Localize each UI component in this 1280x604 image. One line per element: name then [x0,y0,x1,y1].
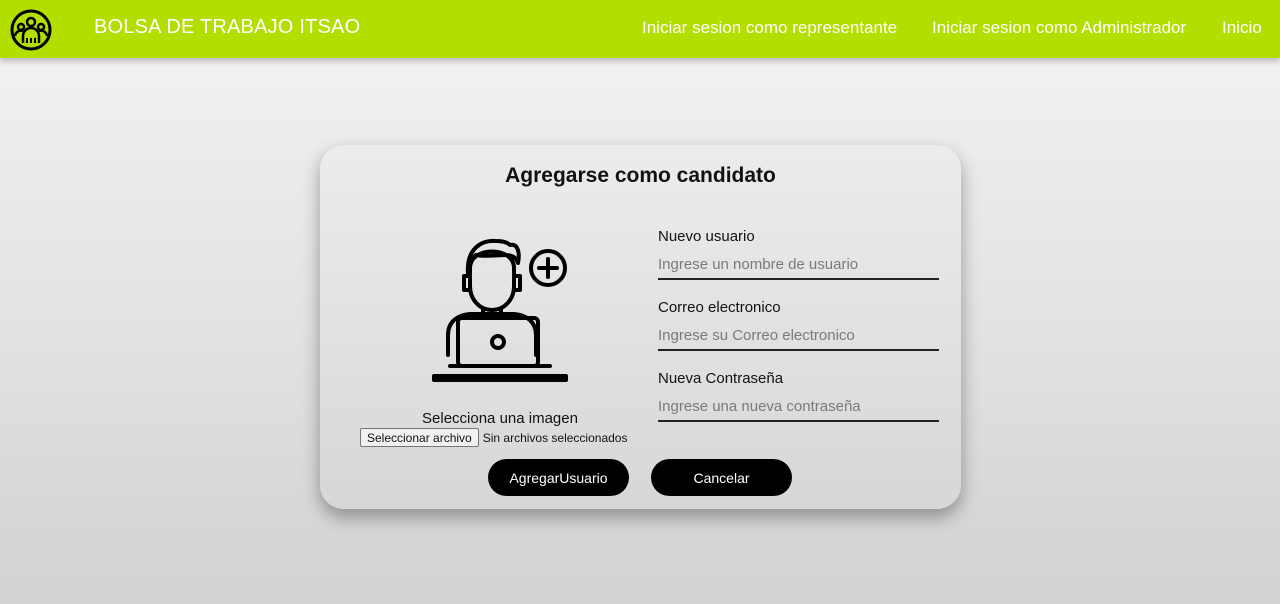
people-group-icon[interactable] [10,9,52,51]
nav-home[interactable]: Inicio [1222,18,1262,38]
site-title: BOLSA DE TRABAJO ITSAO [94,16,361,38]
file-input: Seleccionar archivo Sin archivos selecci… [360,428,627,447]
form-title: Agregarse como candidato [505,164,776,187]
image-label: Selecciona una imagen [422,410,578,427]
add-candidate-card: Agregarse como candidato Selecciona una … [320,145,961,509]
email-input[interactable] [658,327,939,351]
username-field-group: Nuevo usuario [658,228,939,280]
choose-file-button[interactable]: Seleccionar archivo [360,428,479,447]
password-input[interactable] [658,398,939,422]
username-label: Nuevo usuario [658,228,755,245]
file-status: Sin archivos seleccionados [482,430,628,445]
add-user-button[interactable]: AgregarUsuario [488,459,629,496]
nav-login-admin[interactable]: Iniciar sesion como Administrador [932,18,1186,38]
cancel-button[interactable]: Cancelar [651,459,792,496]
navbar: BOLSA DE TRABAJO ITSAO Iniciar sesion co… [0,0,1280,58]
nav-login-representative[interactable]: Iniciar sesion como representante [642,18,897,38]
username-input[interactable] [658,256,939,280]
email-field-group: Correo electronico [658,299,939,351]
password-label: Nueva Contraseña [658,370,784,387]
user-laptop-add-icon [432,238,568,382]
email-label: Correo electronico [658,299,781,316]
password-field-group: Nueva Contraseña [658,370,939,422]
